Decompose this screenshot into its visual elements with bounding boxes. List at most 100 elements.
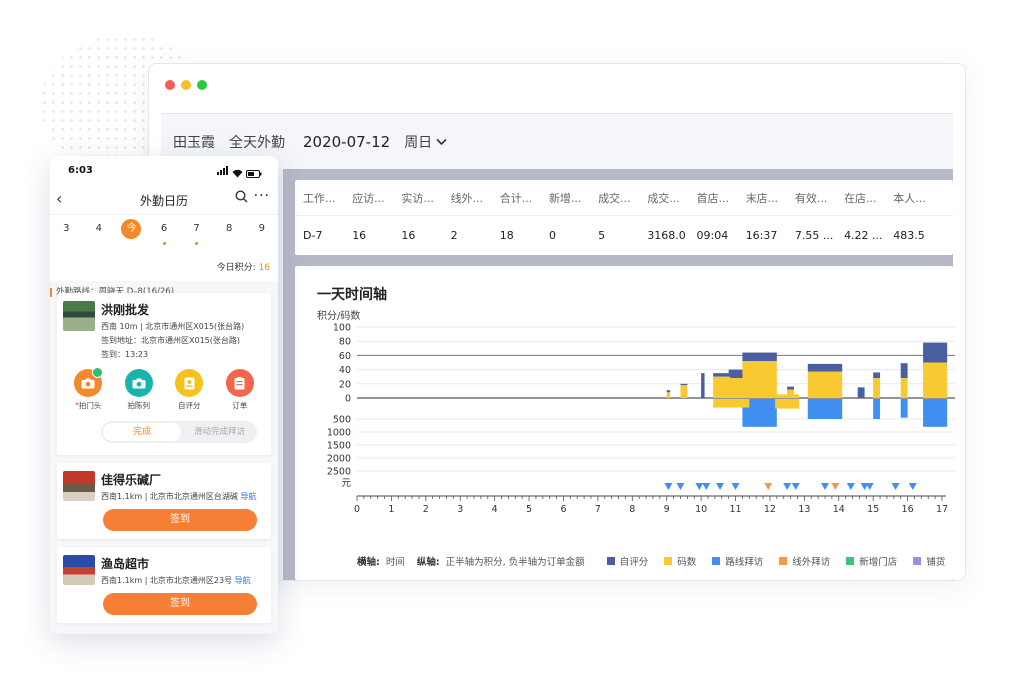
sign-in-button[interactable]: 签到: [103, 593, 257, 615]
search-icon[interactable]: [235, 190, 248, 203]
store-card-1[interactable]: 洪刚批发 西南 10m | 北京市通州区X015(张台路) 签到地址：北京市通州…: [57, 293, 271, 455]
y-tick-label: 0: [345, 394, 351, 405]
action-label: 订单: [232, 401, 248, 410]
stats-value-cell: 16: [401, 228, 416, 242]
date-item[interactable]: 7: [180, 215, 213, 261]
stats-value-cell: 16: [352, 228, 367, 242]
visit-marker: [676, 483, 685, 490]
visit-marker: [791, 483, 800, 490]
sign-in-time: 签到：13:23: [101, 350, 149, 359]
bar-码数: [680, 385, 688, 398]
weekday-selector[interactable]: 周日: [404, 132, 447, 152]
x-tick-label: 1: [388, 504, 394, 515]
action-2[interactable]: 自评分: [169, 369, 209, 411]
date-label: 9: [258, 223, 265, 234]
visit-marker: [831, 483, 840, 490]
store-photo: [63, 301, 95, 331]
visit-marker: [821, 483, 829, 490]
status-time: 6:03: [68, 165, 93, 176]
sign-in-address: 签到地址：北京市通州区X015(张台路): [101, 336, 240, 345]
action-3[interactable]: 订单: [220, 369, 260, 411]
date-display: 2020-07-12: [303, 132, 391, 151]
visit-marker: [783, 483, 792, 490]
x-tick-label: 0: [354, 504, 360, 515]
activity-dot: [162, 242, 166, 245]
bar-码数: [825, 383, 827, 398]
y-tick-label: 1000: [327, 428, 351, 439]
bar-码数: [900, 378, 908, 398]
chevron-down-icon: [436, 138, 447, 145]
action-label: 自评分: [178, 401, 201, 410]
timeline-chart: 1008060402005001000150020002500元0 1 2 3 4 5 6 7…: [327, 323, 955, 515]
date-label: 7: [193, 223, 200, 234]
navigate-link[interactable]: 导航: [240, 492, 256, 501]
stats-header-cell: 首店...: [696, 191, 730, 205]
today-score: 今日积分: 16: [50, 261, 278, 281]
date-item[interactable]: 9: [245, 215, 278, 261]
bar-neg-路线拜访: [900, 399, 908, 418]
bar-自评分: [857, 387, 865, 398]
x-tick-label: 15: [867, 504, 879, 515]
legend-swatch: [606, 557, 615, 565]
legend-swatch: [779, 557, 788, 565]
date-item[interactable]: 4: [83, 215, 116, 261]
stats-header-row: 工作... 应访... 实访... 线外... 合计... 新增... 成交... 成交...…: [295, 180, 953, 216]
legend-swatch: [664, 557, 673, 565]
bar-码数: [923, 362, 948, 398]
stats-value-cell: 7.55 ...: [794, 228, 834, 242]
today-score-label: 今日积分:: [216, 263, 256, 273]
maximize-window-button[interactable]: [197, 80, 207, 90]
bar-自评分: [742, 352, 777, 362]
employee-name: 田玉霞: [173, 134, 215, 151]
stats-value-cell: 5: [598, 228, 606, 242]
activity-dot: [195, 242, 199, 245]
stats-value-cell: 09:04: [696, 228, 729, 242]
store-name: 佳得乐碱厂: [101, 473, 162, 487]
legend-label: 路线拜访: [725, 557, 764, 568]
bar-neg-码数: [787, 399, 795, 408]
store-card-2[interactable]: 佳得乐碱厂 西南1.1km | 北京市北京通州区台湖碱 导航 签到: [57, 463, 271, 539]
action-label: 拍陈列: [127, 401, 151, 410]
x-tick-label: 10: [695, 504, 707, 515]
store-name: 洪刚批发: [101, 303, 150, 317]
bar-neg-路线拜访: [923, 399, 948, 427]
app-header: 田玉霞 全天外勤 2020-07-12 周日: [161, 114, 953, 169]
y-tick-label: 500: [333, 415, 351, 426]
date-label: 今: [121, 219, 142, 239]
navigate-link[interactable]: 导航: [235, 576, 251, 585]
bar-neg-路线拜访: [873, 399, 881, 419]
visit-marker: [865, 483, 874, 490]
visit-marker: [702, 483, 711, 490]
complete-visit-slider[interactable]: 完成 滑动完成拜访: [101, 421, 257, 443]
date-item[interactable]: 8: [213, 215, 246, 261]
stats-table: 工作... 应访... 实访... 线外... 合计... 新增... 成交... 成交...…: [295, 180, 953, 255]
store-distance-address: 西南1.1km | 北京市北京通州区台湖碱 导航: [101, 492, 257, 501]
visit-marker: [908, 483, 917, 490]
bar-码数: [666, 392, 671, 398]
minimize-window-button[interactable]: [181, 80, 191, 90]
date-today[interactable]: 今: [115, 215, 148, 261]
score-icon: [175, 369, 204, 397]
bar-自评分: [701, 373, 705, 398]
more-icon[interactable]: ···: [254, 188, 270, 204]
close-window-button[interactable]: [165, 80, 175, 90]
date-item[interactable]: 3: [50, 215, 83, 261]
stats-header-cell: 工作...: [303, 191, 336, 205]
camera-icon: [124, 369, 153, 397]
x-tick-label: 7: [595, 504, 601, 515]
bar-neg-码数: [728, 399, 750, 408]
date-item[interactable]: 6: [148, 215, 181, 261]
store-card-3[interactable]: 渔岛超市 西南1.1km | 北京市北京通州区23号 导航 签到: [57, 547, 271, 623]
store-name: 渔岛超市: [101, 557, 150, 571]
action-1[interactable]: 拍陈列: [119, 369, 159, 411]
legend-item: 铺货: [913, 554, 945, 568]
visit-marker: [731, 483, 740, 490]
slider-hint-label: 滑动完成拜访: [193, 427, 245, 437]
legend-item: 自评分: [606, 554, 648, 568]
sign-in-button[interactable]: 签到: [103, 509, 257, 531]
store-photo: [63, 471, 95, 501]
x-tick-label: 3: [457, 504, 463, 515]
stats-value-cell: 2: [450, 228, 458, 242]
action-label: 拍门头: [78, 401, 102, 410]
action-0[interactable]: *拍门头: [68, 367, 108, 411]
